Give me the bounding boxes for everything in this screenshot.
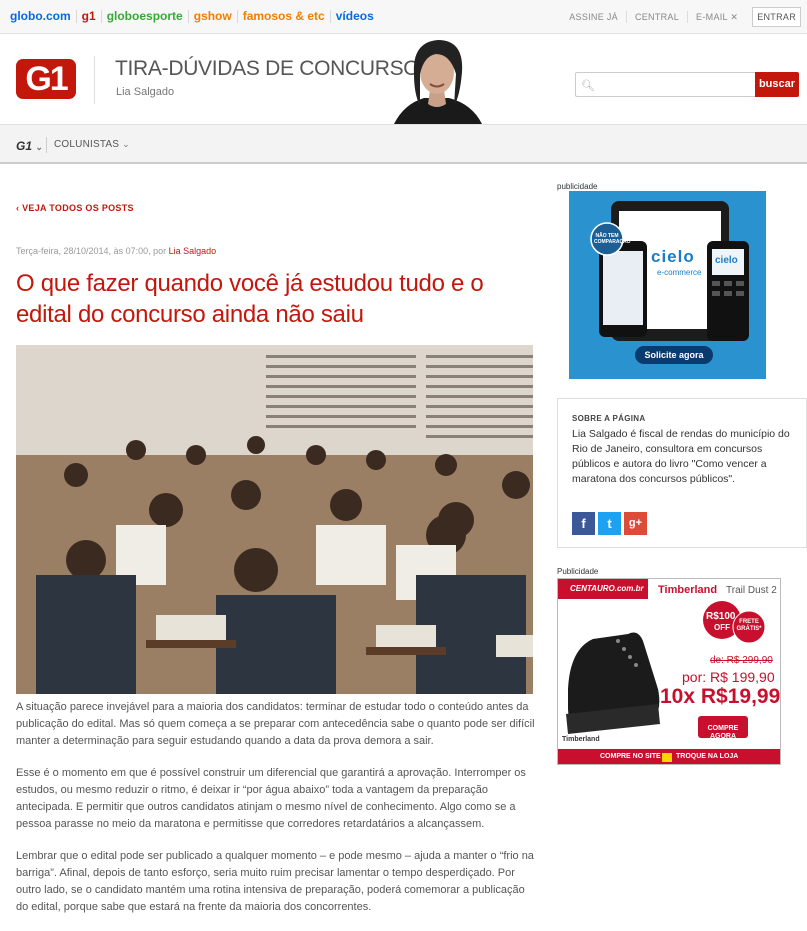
frete-badge: FRETE GRÁTIS*	[736, 619, 762, 632]
search-button[interactable]: buscar	[755, 72, 799, 97]
product-brand: Timberland	[658, 584, 718, 596]
cielo-cta-button[interactable]: Solicite agora	[635, 350, 713, 360]
blog-author: Lia Salgado	[116, 86, 175, 98]
colunistas-label: COLUNISTAS	[54, 139, 120, 150]
search-icon: 🔍︎	[581, 80, 595, 92]
portal-link[interactable]: globo.com	[10, 10, 77, 23]
social-share: f t g+	[572, 512, 647, 535]
installments: 10x R$19,99	[660, 685, 781, 708]
buy-now-button[interactable]: COMPRE AGORA	[698, 725, 748, 741]
central-link[interactable]: CENTRAL	[627, 11, 689, 23]
email-label: E-MAIL	[696, 12, 728, 22]
section-nav: G1 ⌄ COLUNISTAS ⌄	[0, 124, 807, 164]
cielo-subtitle: e-commerce	[657, 268, 702, 277]
about-box: SOBRE A PÁGINA Lia Salgado é fiscal de r…	[557, 398, 807, 548]
post-author-link[interactable]: Lia Salgado	[169, 246, 217, 256]
nav-separator	[46, 137, 47, 153]
email-link[interactable]: E-MAIL ✕	[688, 11, 746, 23]
portal-link[interactable]: famosos & etc	[238, 10, 331, 23]
author-portrait	[394, 40, 482, 124]
search-input[interactable]: 🔍︎	[575, 72, 755, 97]
portal-link[interactable]: vídeos	[331, 10, 379, 23]
portal-links: globo.com g1 globoesporte gshow famosos & et…	[10, 10, 379, 23]
timberland-logo: Timberland	[562, 736, 600, 743]
chevron-down-icon: ⌄	[122, 139, 130, 149]
portal-link[interactable]: globoesporte	[102, 10, 189, 23]
centauro-logo: CENTAURO.com.br	[570, 584, 644, 593]
post-date: Terça-feira, 28/10/2014, às 07:00, por	[16, 246, 167, 256]
cielo-brand: cielo	[651, 247, 695, 266]
new-price: por: R$ 199,90	[682, 669, 775, 685]
post-headline: O que fazer quando você já estudou tudo …	[16, 270, 484, 328]
exchange-store-text: TROQUE NA LOJA	[676, 753, 739, 760]
assine-link[interactable]: ASSINE JÁ	[561, 11, 627, 23]
discount-off: OFF	[714, 623, 730, 632]
google-plus-icon[interactable]: g+	[624, 512, 647, 535]
paragraph: Lembrar que o edital pode ser publicado …	[16, 850, 534, 913]
about-text: Lia Salgado é fiscal de rendas do municí…	[572, 428, 790, 485]
product-model: Trail Dust 2	[726, 585, 777, 596]
classroom-photo	[16, 345, 533, 694]
globo-top-bar: globo.com g1 globoesporte gshow famosos & et…	[0, 0, 807, 34]
cielo-badge: NÃO TEM COMPARAÇÃO	[594, 233, 631, 245]
discount-value: R$100	[706, 611, 736, 622]
colunistas-menu[interactable]: COLUNISTAS ⌄	[54, 139, 130, 150]
ad-label: publicidade	[557, 182, 598, 191]
cielo-ad[interactable]: cielo e-commerce cielo NÃO TEM COMPARAÇÃ…	[569, 191, 766, 379]
twitter-icon[interactable]: t	[598, 512, 621, 535]
paragraph: Esse é o momento em que é possível const…	[16, 767, 526, 830]
chevron-down-icon: ⌄	[35, 142, 43, 152]
header-divider	[94, 56, 95, 104]
post-meta: Terça-feira, 28/10/2014, às 07:00, por L…	[16, 246, 216, 256]
account-links: ASSINE JÁ CENTRAL E-MAIL ✕ ENTRAR	[561, 7, 801, 27]
ad-label-2: Publicidade	[557, 567, 599, 576]
portal-link[interactable]: gshow	[189, 10, 238, 23]
centauro-ad[interactable]: CENTAURO.com.br Timberland Trail Dust 2 …	[557, 578, 781, 765]
g1-menu[interactable]: G1 ⌄	[16, 139, 43, 153]
back-link-label: VEJA TODOS OS POSTS	[22, 203, 134, 213]
post-body: A situação parece invejável para a maior…	[16, 699, 538, 931]
blog-header: G1 TIRA-DÚVIDAS DE CONCURSOS Lia Salgado…	[0, 34, 807, 124]
back-to-posts-link[interactable]: ‹ VEJA TODOS OS POSTS	[16, 203, 134, 213]
portal-link[interactable]: g1	[77, 10, 102, 23]
mail-icon: ✕	[730, 12, 739, 22]
about-title: SOBRE A PÁGINA	[572, 414, 646, 423]
g1-menu-label: G1	[16, 139, 33, 153]
cielo-pos-brand: cielo	[715, 255, 738, 266]
buy-online-text: COMPRE NO SITE	[600, 753, 661, 760]
login-button[interactable]: ENTRAR	[752, 7, 801, 27]
paragraph: A situação parece invejável para a maior…	[16, 701, 535, 747]
old-price: de: R$ 299,90	[710, 655, 773, 666]
facebook-icon[interactable]: f	[572, 512, 595, 535]
g1-logo[interactable]: G1	[16, 59, 76, 99]
